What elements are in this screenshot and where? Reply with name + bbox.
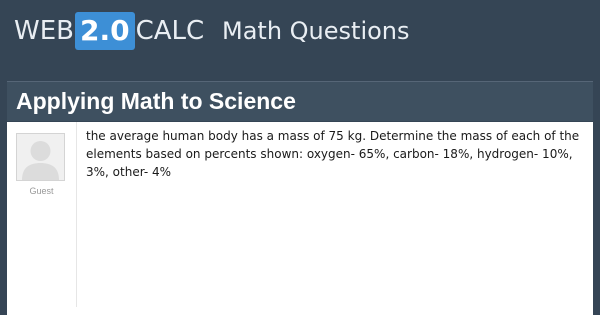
logo-text-web: WEB: [14, 16, 74, 46]
question-body: the average human body has a mass of 75 …: [86, 127, 593, 181]
logo-text-calc: CALC: [135, 16, 205, 46]
user-silhouette-icon: [22, 141, 59, 180]
question-post: Guest the average human body has a mass …: [7, 122, 593, 315]
site-logo[interactable]: WEB 2.0 CALC: [14, 12, 204, 50]
question-line: 3%, other- 4%: [86, 165, 172, 179]
page-title: Applying Math to Science: [16, 88, 296, 114]
site-header: WEB 2.0 CALC Math Questions: [0, 0, 600, 62]
section-link-math-questions[interactable]: Math Questions: [222, 12, 410, 50]
logo-badge: 2.0: [74, 12, 135, 50]
page-title-bar: Applying Math to Science: [7, 81, 593, 121]
question-line: the average human body has a mass of 75 …: [86, 129, 580, 143]
author-column: Guest: [7, 122, 77, 307]
avatar: [16, 133, 65, 181]
author-name: Guest: [29, 186, 54, 196]
question-line: elements based on percents shown: oxygen…: [86, 147, 573, 161]
